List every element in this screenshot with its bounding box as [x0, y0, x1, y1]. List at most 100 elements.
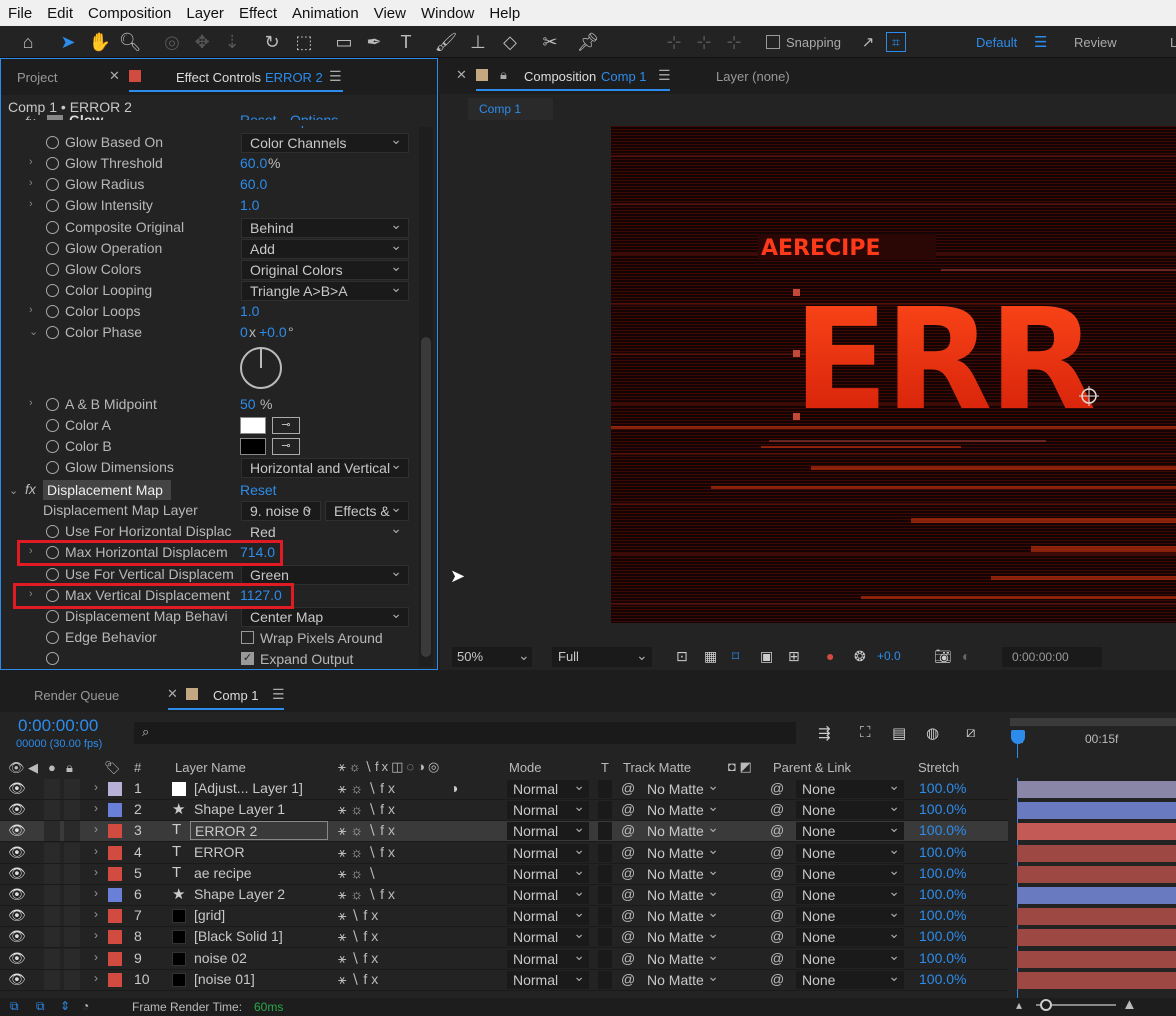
lock-toggle[interactable]	[64, 927, 80, 948]
dimensions-dropdown[interactable]: Horizontal and Vertical	[241, 458, 409, 478]
lock-toggle[interactable]	[64, 948, 80, 969]
stopwatch-icon[interactable]	[46, 525, 59, 538]
layer-name[interactable]: ERROR 2	[190, 821, 328, 841]
preserve-transparency-toggle[interactable]	[598, 886, 612, 904]
stretch-value[interactable]: 100.0%	[919, 801, 966, 817]
layer-label-color[interactable]	[108, 803, 122, 818]
layer-name[interactable]: ae recipe	[190, 864, 328, 883]
parent-dropdown[interactable]: None	[796, 882, 904, 904]
lock-toggle[interactable]	[64, 863, 80, 884]
layer-row[interactable]: 👁︎ › 1 [Adjust... Layer 1] ⚹☼∖fx ◑ Normal @ No M…	[0, 776, 1008, 800]
close-tab-icon[interactable]: ✕	[456, 67, 467, 83]
prop-value[interactable]: 50	[240, 396, 256, 412]
mask-visibility-icon[interactable]: ⌑	[732, 648, 739, 665]
snap-edges-icon[interactable]: ↗	[856, 30, 880, 54]
lock-toggle[interactable]	[64, 906, 80, 927]
color-a-swatch[interactable]	[240, 417, 266, 434]
scrollbar-track[interactable]	[419, 127, 433, 667]
toggle-in-out-icon[interactable]: ⇕	[60, 999, 70, 1013]
visibility-eye-icon[interactable]: 👁︎	[8, 950, 26, 967]
close-tab-icon[interactable]: ✕	[109, 68, 120, 84]
lock-toggle[interactable]	[64, 885, 80, 905]
layer-switches[interactable]: ⚹∖fx	[338, 950, 382, 967]
video-visibility-icon[interactable]: 👁︎	[8, 760, 25, 776]
layer-duration-bar[interactable]	[1017, 823, 1176, 841]
displacement-reset-link[interactable]: Reset	[240, 482, 277, 498]
toggle-switches-icon[interactable]: ⧉	[10, 999, 19, 1014]
layer-row[interactable]: 👁︎ › 5 Tae recipe ⚹☼∖ Normal @ No Matte @ None 100…	[0, 861, 1008, 885]
solo-toggle[interactable]	[44, 863, 60, 884]
workspace-default[interactable]: Default	[976, 35, 1017, 50]
stopwatch-icon[interactable]	[46, 242, 59, 255]
transparency-grid-icon[interactable]: ▦	[704, 648, 717, 665]
stopwatch-icon[interactable]	[46, 652, 59, 665]
stopwatch-icon[interactable]	[46, 326, 59, 339]
workspace-menu-icon[interactable]: ☰	[1034, 33, 1047, 51]
tab-project[interactable]: Project	[17, 70, 57, 85]
prop-dropdown[interactable]: Triangle A>B>A	[241, 281, 409, 301]
preserve-transparency-toggle[interactable]	[598, 970, 612, 989]
parent-pickwhip-icon[interactable]: @	[770, 801, 784, 817]
prop-value[interactable]: 0	[240, 324, 248, 340]
track-matte-dropdown[interactable]: No Matte	[643, 840, 719, 862]
layer-duration-bar[interactable]	[1017, 802, 1176, 820]
tab-composition[interactable]: Composition	[524, 69, 596, 84]
zoom-in-icon[interactable]: ▲	[1122, 996, 1137, 1013]
pan-behind-icon[interactable]: ⬚	[292, 30, 316, 54]
expand-layer-icon[interactable]: ›	[94, 844, 98, 858]
parent-dropdown[interactable]: None	[796, 776, 904, 798]
preserve-transparency-toggle[interactable]	[598, 949, 612, 968]
preserve-transparency-toggle[interactable]	[598, 801, 612, 820]
solo-toggle[interactable]	[44, 800, 60, 821]
rotate-tool-icon[interactable]: ↻	[260, 30, 284, 54]
eyedropper-icon[interactable]: ⊸	[272, 438, 300, 455]
visibility-eye-icon[interactable]: 👁︎	[8, 865, 26, 882]
track-matte-dropdown[interactable]: No Matte	[643, 903, 719, 925]
stopwatch-icon[interactable]	[46, 305, 59, 318]
layer-duration-bar[interactable]	[1017, 844, 1176, 862]
expand-output-checkbox[interactable]: ✓	[241, 652, 254, 665]
parent-dropdown[interactable]: None	[796, 967, 904, 989]
stopwatch-icon[interactable]	[46, 263, 59, 276]
tab-comp-name[interactable]: Comp 1	[601, 69, 647, 84]
roto-brush-icon[interactable]: ✂	[538, 30, 562, 54]
layer-switches[interactable]: ⚹☼∖fx	[338, 844, 399, 861]
eyedropper-icon[interactable]: ⊸	[272, 417, 300, 434]
tab-render-queue[interactable]: Render Queue	[34, 688, 119, 703]
solo-toggle[interactable]	[44, 906, 60, 927]
expand-icon[interactable]: ›	[29, 304, 33, 316]
visibility-eye-icon[interactable]: 👁︎	[8, 928, 26, 945]
puppet-pin-icon[interactable]: 📌︎	[576, 30, 600, 54]
graph-editor-icon[interactable]: ⧄	[966, 724, 976, 741]
panel-menu-icon[interactable]: ☰	[658, 67, 671, 84]
orbit-camera-icon[interactable]: ◎	[160, 30, 184, 54]
blend-mode-dropdown[interactable]: Normal	[507, 861, 589, 883]
stretch-value[interactable]: 100.0%	[919, 971, 966, 987]
displacement-effect-name[interactable]: Displacement Map	[43, 480, 171, 500]
region-of-interest-icon[interactable]: ▣	[760, 648, 773, 665]
parent-pickwhip-icon[interactable]: @	[770, 865, 784, 881]
matte-pickwhip-icon[interactable]: @	[621, 950, 635, 966]
parent-pickwhip-icon[interactable]: @	[770, 886, 784, 902]
matte-pickwhip-icon[interactable]: @	[621, 886, 635, 902]
layer-switches[interactable]: ⚹∖fx	[338, 928, 382, 945]
blend-mode-dropdown[interactable]: Normal	[507, 903, 589, 926]
blend-mode-dropdown[interactable]: Normal	[507, 818, 589, 841]
stopwatch-icon[interactable]	[46, 284, 59, 297]
lock-toggle[interactable]	[64, 969, 80, 990]
layer-label-color[interactable]	[108, 888, 122, 902]
lock-toggle[interactable]	[64, 842, 80, 863]
layer-name[interactable]: [Adjust... Layer 1]	[190, 779, 328, 798]
prop-value[interactable]: 1.0	[240, 197, 259, 213]
expand-icon[interactable]: ›	[29, 177, 33, 189]
dolly-camera-icon[interactable]: ⇣	[220, 30, 244, 54]
matte-pickwhip-icon[interactable]: @	[621, 865, 635, 881]
workspace-review[interactable]: Review	[1074, 35, 1117, 50]
expand-icon[interactable]: ⌄	[29, 325, 38, 338]
stopwatch-icon[interactable]	[46, 157, 59, 170]
layer-switches[interactable]: ⚹☼∖fx	[338, 780, 399, 797]
parent-pickwhip-icon[interactable]: @	[770, 822, 784, 838]
show-snapshot-icon[interactable]: ◐	[962, 648, 970, 664]
layer-row[interactable]: 👁︎ › 4 T ERROR ⚹☼∖fx Normal @ No Matte @ None 100.0…	[0, 840, 1008, 864]
expand-icon[interactable]: ›	[29, 397, 33, 409]
